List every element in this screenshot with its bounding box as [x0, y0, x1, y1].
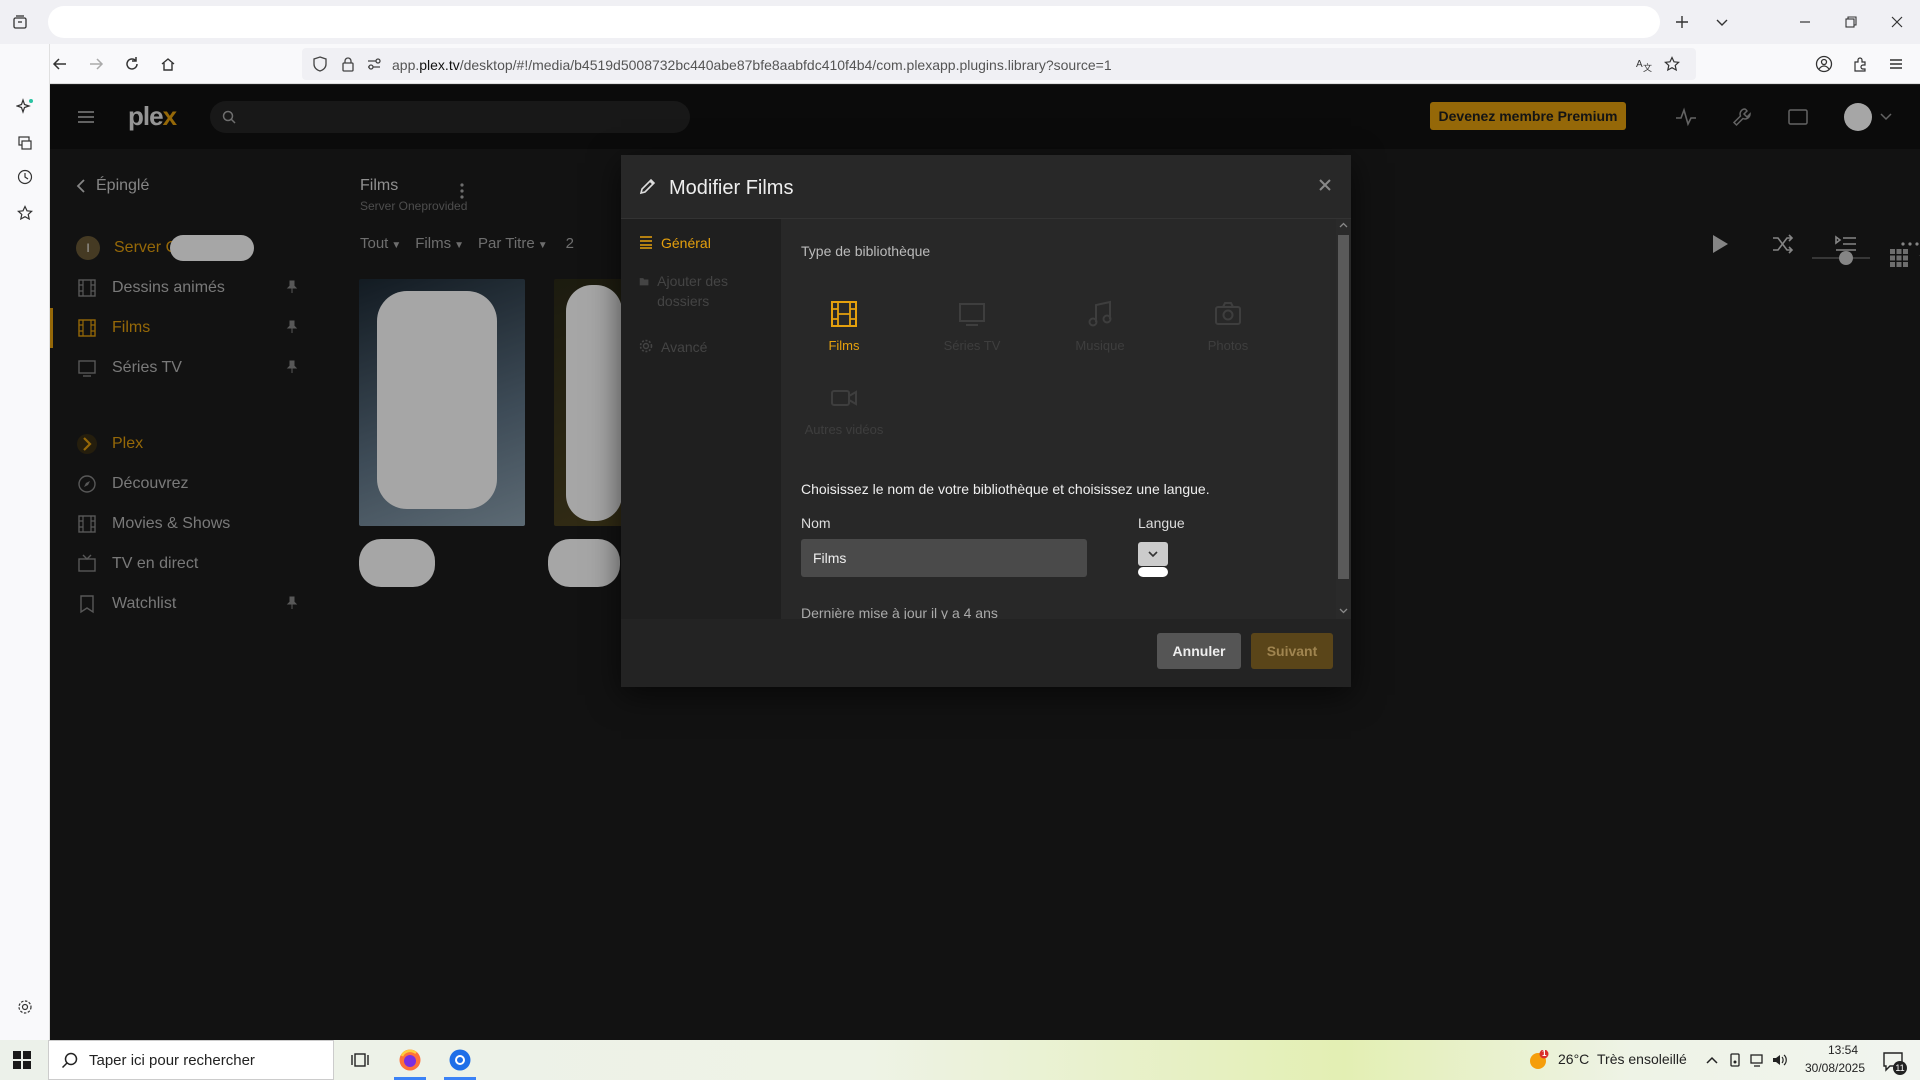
browser-tab-bar: [0, 0, 1920, 44]
modal-sidebar: Général Ajouter des dossiers Avancé: [621, 219, 781, 619]
settings-gear-icon[interactable]: [12, 994, 38, 1020]
blue-app-icon[interactable]: [436, 1040, 484, 1080]
modal-footer: Annuler Suivant: [621, 619, 1351, 687]
home-icon[interactable]: [156, 52, 180, 76]
back-icon[interactable]: [48, 52, 72, 76]
menu-icon[interactable]: [1884, 52, 1908, 76]
svg-text:文: 文: [1643, 62, 1652, 72]
reload-icon[interactable]: [120, 52, 144, 76]
chevron-down-icon: [1148, 550, 1158, 557]
language-label: Langue: [1138, 515, 1185, 531]
minimize-icon[interactable]: [1782, 0, 1828, 44]
browser-nav-bar: app.plex.tv/desktop/#!/media/b4519d50087…: [0, 44, 1920, 84]
weather-desc[interactable]: Très ensoleillé: [1597, 1051, 1687, 1067]
modal-title: Modifier Films: [669, 177, 794, 199]
account-icon[interactable]: [1812, 52, 1836, 76]
weather-sun-icon[interactable]: 1: [1527, 1049, 1549, 1072]
edit-library-modal: Modifier Films Général Ajouter des dossi…: [621, 155, 1351, 687]
type-photos[interactable]: Photos: [1173, 291, 1283, 361]
meet-now-icon[interactable]: [1728, 1052, 1744, 1068]
bookmarks-icon[interactable]: [12, 200, 38, 226]
modal-scrollbar[interactable]: [1336, 219, 1351, 619]
library-type-label: Type de bibliothèque: [801, 243, 931, 259]
extensions-icon[interactable]: [1848, 52, 1872, 76]
permissions-icon[interactable]: [366, 56, 382, 72]
camera-icon: [1215, 301, 1241, 325]
gear-icon: [639, 339, 653, 353]
type-autres-videos[interactable]: Autres vidéos: [789, 375, 899, 445]
type-films[interactable]: Films: [789, 291, 899, 361]
music-icon: [1088, 300, 1112, 326]
bookmark-star-icon[interactable]: [1664, 56, 1680, 72]
ai-sparkle-icon[interactable]: [12, 94, 38, 120]
close-window-icon[interactable]: [1874, 0, 1920, 44]
clock-time[interactable]: 13:54: [1816, 1043, 1870, 1057]
restore-icon[interactable]: [1828, 0, 1874, 44]
redaction: [1138, 567, 1168, 577]
network-icon[interactable]: [1750, 1052, 1766, 1068]
library-name-input[interactable]: [801, 539, 1087, 577]
firefox-icon[interactable]: [386, 1040, 434, 1080]
translate-icon[interactable]: A文: [1636, 56, 1652, 72]
windows-start-icon[interactable]: [12, 1050, 32, 1070]
language-select[interactable]: [1138, 542, 1168, 566]
tab-list-icon[interactable]: [8, 10, 32, 34]
list-icon: [640, 236, 652, 249]
windows-taskbar: Taper ici pour rechercher 1 26°C Très en…: [0, 1040, 1920, 1080]
cancel-button[interactable]: Annuler: [1157, 633, 1241, 669]
address-bar[interactable]: app.plex.tv/desktop/#!/media/b4519d50087…: [302, 48, 1696, 80]
new-tab-icon[interactable]: [1670, 10, 1694, 34]
forward-icon[interactable]: [84, 52, 108, 76]
chevron-up-icon[interactable]: [1704, 1052, 1720, 1068]
search-icon: [61, 1052, 79, 1070]
type-musique[interactable]: Musique: [1045, 291, 1155, 361]
next-button[interactable]: Suivant: [1251, 633, 1333, 669]
modal-body: Type de bibliothèque Films Séries TV Mus…: [781, 219, 1351, 619]
tab-general[interactable]: Général: [639, 235, 711, 251]
url-text: app.plex.tv/desktop/#!/media/b4519d50087…: [392, 57, 1112, 73]
weather-temp[interactable]: 26°C: [1558, 1051, 1589, 1067]
modal-header: Modifier Films: [621, 155, 1351, 219]
scroll-up-icon[interactable]: [1336, 219, 1351, 231]
scroll-down-icon[interactable]: [1336, 605, 1351, 617]
type-series-tv[interactable]: Séries TV: [917, 291, 1027, 361]
name-label: Nom: [801, 515, 831, 531]
tv-icon: [959, 302, 985, 326]
folder-icon: [639, 278, 649, 286]
close-icon[interactable]: [1313, 173, 1337, 197]
tab-add-folders[interactable]: Ajouter des dossiers: [639, 271, 749, 311]
history-icon[interactable]: [12, 164, 38, 190]
tab-advanced[interactable]: Avancé: [639, 339, 707, 355]
video-icon: [831, 389, 857, 406]
pencil-icon: [639, 177, 657, 195]
last-update-text: Dernière mise à jour il y a 4 ans: [801, 605, 998, 619]
film-icon: [831, 300, 857, 327]
browser-sidebar: [0, 44, 50, 1040]
taskbar-search[interactable]: Taper ici pour rechercher: [48, 1040, 334, 1080]
synced-tabs-icon[interactable]: [12, 130, 38, 156]
clock-date[interactable]: 30/08/2025: [1800, 1061, 1870, 1075]
tab-strip-redacted[interactable]: [48, 6, 1660, 38]
scrollbar-thumb[interactable]: [1338, 235, 1349, 579]
chevron-down-icon[interactable]: [1710, 10, 1734, 34]
notification-icon[interactable]: 11: [1882, 1050, 1907, 1075]
shield-icon[interactable]: [312, 56, 328, 72]
instruction-text: Choisissez le nom de votre bibliothèque …: [801, 481, 1210, 497]
lock-icon[interactable]: [340, 56, 356, 72]
svg-text:A: A: [1636, 59, 1643, 70]
volume-icon[interactable]: [1772, 1052, 1788, 1068]
task-view-icon[interactable]: [336, 1040, 384, 1080]
